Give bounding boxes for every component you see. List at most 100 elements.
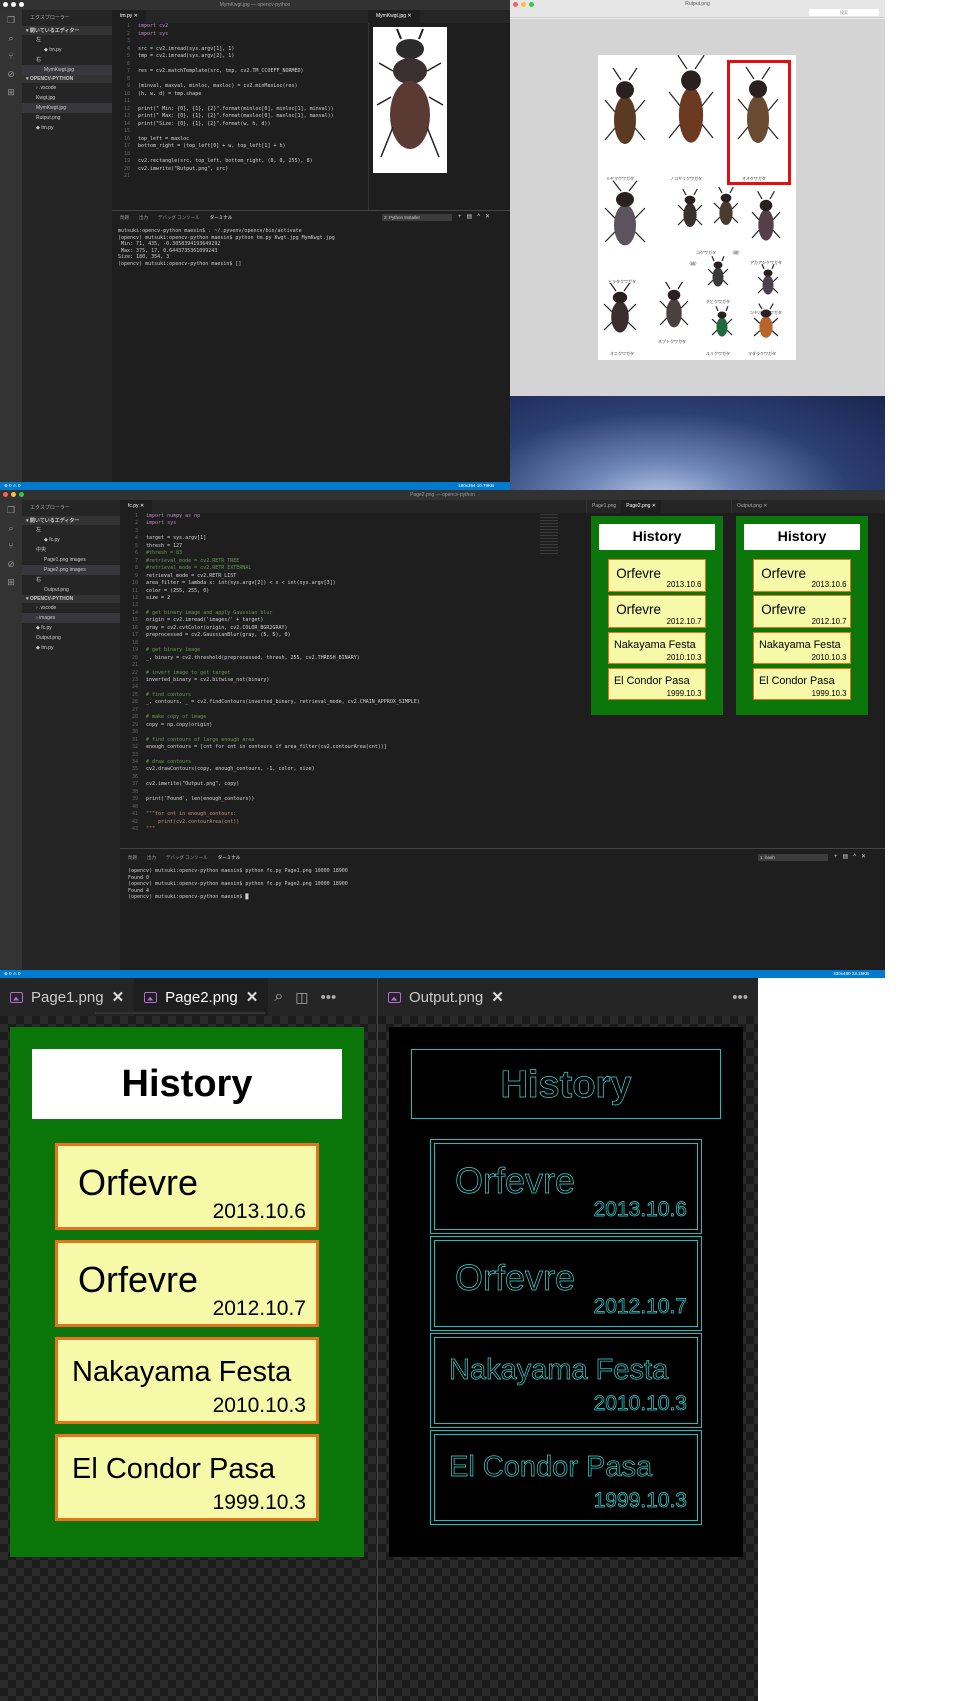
- add-terminal-icon[interactable]: +: [834, 854, 843, 860]
- folder-header[interactable]: ▾ OPENCV-PYTHON: [22, 75, 112, 83]
- code-text: """for cnt in enough_contours:: [146, 811, 237, 818]
- file-item[interactable]: › .vscode: [22, 83, 112, 93]
- code-text: # get binary image: [146, 647, 201, 654]
- tab-mymkwgt[interactable]: MymKwgt.jpg ✕: [368, 10, 420, 23]
- tab-problems[interactable]: 問題: [120, 215, 129, 221]
- terminal-actions: +▤^✕: [458, 213, 495, 220]
- file-item[interactable]: Rutput.png: [22, 113, 112, 123]
- open-changes-icon[interactable]: ⌕: [268, 978, 289, 1016]
- card-date: 2013.10.6: [593, 1198, 687, 1222]
- file-item[interactable]: Kwgt.jpg: [22, 93, 112, 103]
- extensions-icon[interactable]: ⊞: [7, 578, 15, 587]
- open-editor-item[interactable]: MymKwgt.jpg: [22, 65, 112, 75]
- tab-tm-py[interactable]: tm.py ✕: [112, 10, 146, 23]
- file-item[interactable]: ◆ tm.py: [22, 123, 112, 133]
- file-item[interactable]: › .vscode: [22, 603, 120, 613]
- files-icon[interactable]: ❐: [7, 16, 15, 25]
- image-file-icon: [10, 991, 23, 1003]
- open-editors-header[interactable]: ▾ 開いているエディター: [22, 516, 120, 525]
- trash-icon[interactable]: ▤: [467, 214, 478, 220]
- line-number: 4: [126, 45, 130, 52]
- tab-debug-console[interactable]: デバッグ コンソール: [158, 215, 200, 221]
- close-icon[interactable]: ✕: [112, 988, 125, 1006]
- maximize-icon[interactable]: ^: [477, 214, 485, 220]
- tab-debug-console[interactable]: デバッグ コンソール: [166, 855, 208, 861]
- card-date: 2010.10.3: [666, 652, 702, 662]
- line-number: 17: [123, 143, 130, 149]
- history-card: Nakayama Festa 2010.10.3: [752, 631, 852, 665]
- close-icon[interactable]: ✕: [491, 988, 504, 1006]
- split-editor-icon[interactable]: ◫: [289, 978, 314, 1016]
- beetle-illustration: [757, 263, 779, 295]
- terminal-select[interactable]: 1: bash: [758, 854, 828, 861]
- files-icon[interactable]: ❐: [7, 506, 15, 515]
- beetle-result-image: ミヤマクワガタ ノコギリクワガタ オオクワガタ コクワガタ （雌） （雌） アカ…: [598, 54, 796, 360]
- open-editor-item[interactable]: ◆ tm.py: [22, 45, 112, 55]
- trash-icon[interactable]: ▤: [843, 854, 854, 860]
- file-item[interactable]: ◆ fc.py: [22, 623, 120, 633]
- open-editor-item[interactable]: Page2.png images: [22, 565, 120, 575]
- search-icon[interactable]: ⌕: [8, 34, 13, 43]
- extensions-icon[interactable]: ⊞: [7, 88, 15, 97]
- code-line: 11: [116, 98, 366, 106]
- status-errors[interactable]: ⊗ 0 ⚠ 0: [4, 483, 21, 488]
- tab-terminal[interactable]: ターミナル: [218, 855, 241, 861]
- card-date: 1999.10.3: [593, 1489, 687, 1513]
- tab-output-png[interactable]: Output.png ✕: [732, 500, 772, 513]
- maximize-icon[interactable]: ^: [853, 854, 861, 860]
- card-name: Nakayama Festa: [613, 638, 696, 651]
- code-line: 16 top_left = maxloc: [116, 136, 366, 144]
- open-editor-item[interactable]: Output.png: [22, 585, 120, 595]
- folder-header[interactable]: ▾ OPENCV-PYTHON: [22, 595, 120, 603]
- group-left-label: 左: [36, 37, 42, 43]
- tab-output[interactable]: 出力: [147, 855, 156, 861]
- status-errors[interactable]: ⊗ 0 ⚠ 0: [4, 971, 21, 976]
- preview-search[interactable]: 検索: [809, 9, 879, 16]
- more-actions-icon[interactable]: •••: [315, 978, 343, 1016]
- tab-problems[interactable]: 問題: [128, 855, 137, 861]
- file-item[interactable]: ◆ tm.py: [22, 643, 120, 653]
- code-text: target = sys.argv[1]: [146, 535, 207, 542]
- more-actions-icon[interactable]: •••: [722, 978, 758, 1016]
- code-text: area_filter = lambda x: int(sys.argv[2])…: [146, 580, 336, 587]
- code-line: 1 import cv2: [116, 23, 366, 31]
- source-control-icon[interactable]: ⑂: [8, 542, 13, 551]
- tab-page1-zoom[interactable]: Page1.png ✕: [0, 978, 134, 1016]
- terminal-select[interactable]: 2: Python Installer: [382, 214, 452, 221]
- terminal-output[interactable]: (opencv) mutsuki:opencv-python maesin$ p…: [128, 868, 728, 908]
- tab-page2-zoom[interactable]: Page2.png ✕: [134, 978, 269, 1016]
- tab-terminal[interactable]: ターミナル: [210, 215, 233, 221]
- tab-fc-py[interactable]: fc.py ✕: [120, 500, 153, 513]
- beetle-illustration: [711, 305, 733, 337]
- file-item[interactable]: Output.png: [22, 633, 120, 643]
- line-number: 41: [131, 811, 138, 818]
- open-editors-header[interactable]: ▾ 開いているエディター: [22, 26, 112, 35]
- history-title: History: [411, 1049, 721, 1119]
- file-item[interactable]: › images: [22, 613, 120, 623]
- open-editor-item[interactable]: Page1.png images: [22, 555, 120, 565]
- close-icon[interactable]: ✕: [246, 988, 259, 1006]
- panel-tabs: 問題 出力 デバッグ コンソール ターミナル: [120, 215, 232, 221]
- activity-bar: ❐ ⌕ ⑂ ⊘ ⊞: [0, 10, 22, 482]
- add-terminal-icon[interactable]: +: [458, 214, 467, 220]
- tab-page2[interactable]: Page2.png ✕: [621, 500, 661, 513]
- line-number: 7: [134, 557, 138, 564]
- tab-underline: [95, 1012, 265, 1014]
- open-editor-item[interactable]: ◆ fc.py: [22, 535, 120, 545]
- search-icon[interactable]: ⌕: [8, 524, 13, 533]
- terminal-output[interactable]: mutsuki:opencv-python maesin$ . ~/.pyven…: [118, 228, 508, 268]
- code-editor-fc-py[interactable]: 1 import numpy as np 2 import sys 3 4 target =…: [124, 513, 584, 843]
- tab-label: Output.png: [409, 988, 484, 1006]
- debug-icon[interactable]: ⊘: [7, 70, 15, 79]
- tab-output[interactable]: 出力: [139, 215, 148, 221]
- close-icon[interactable]: ✕: [861, 854, 871, 860]
- code-editor-tm-py[interactable]: 1 import cv2 2 import sys 3 4 src = cv2.imread…: [116, 23, 366, 208]
- history-card: Orfevre 2012.10.7: [55, 1240, 319, 1327]
- debug-icon[interactable]: ⊘: [7, 560, 15, 569]
- tab-page1[interactable]: Page1.png: [587, 500, 621, 513]
- file-item[interactable]: MymKwgt.jpg: [22, 103, 112, 113]
- tab-output-zoom[interactable]: Output.png ✕: [378, 978, 514, 1016]
- source-control-icon[interactable]: ⑂: [8, 52, 13, 61]
- code-line: 20 _, binary = cv2.threshold(preprocessed…: [124, 655, 584, 662]
- close-icon[interactable]: ✕: [485, 214, 495, 220]
